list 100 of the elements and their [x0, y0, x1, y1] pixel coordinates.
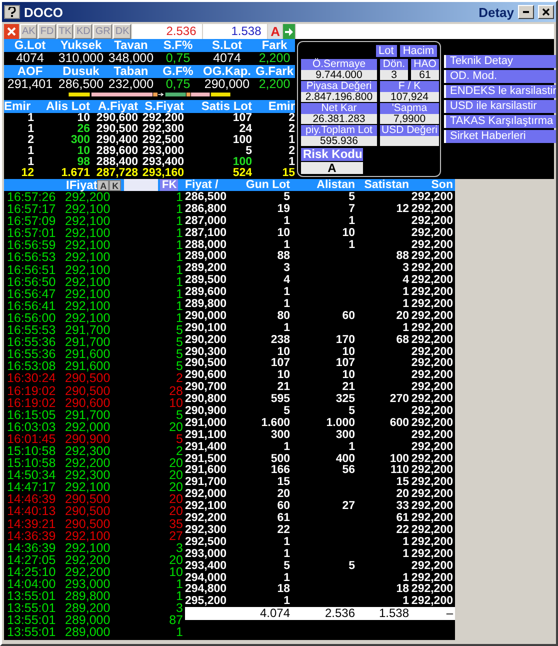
- action-button[interactable]: OD. Mod.: [444, 70, 556, 83]
- field-value: 3: [380, 70, 408, 80]
- toggle-button[interactable]: Lot: [376, 45, 397, 57]
- table-cell-text: 10: [276, 346, 290, 358]
- table-cell-text: 292,200: [410, 524, 453, 536]
- table-cell-text: 290,000: [185, 310, 228, 322]
- trade-lot: 1: [175, 264, 183, 276]
- close-icon[interactable]: [4, 24, 19, 39]
- table-cell-text: 595: [270, 393, 290, 406]
- field-value: 7,9900: [380, 114, 439, 124]
- input-field[interactable]: [296, 24, 554, 39]
- close-button[interactable]: [538, 5, 554, 19]
- table-cell-text: 290,600: [185, 369, 228, 382]
- table-cell-text: 1: [282, 322, 290, 334]
- trade-time: 14:39:21: [7, 518, 57, 530]
- sort-button[interactable]: K: [109, 180, 122, 190]
- table-cell-text: 20: [395, 488, 409, 500]
- table-cell-text: 61: [395, 512, 409, 524]
- table-cell-text: 292,200: [410, 416, 453, 429]
- total-cell-text: 1.671: [60, 168, 90, 179]
- trade-price: 289,200: [65, 602, 112, 614]
- action-button[interactable]: Sirket Haberleri: [444, 130, 556, 143]
- field-label: F / K: [380, 81, 439, 92]
- trade-time: 16:30:24: [7, 372, 57, 384]
- column-header: Emir: [4, 100, 32, 113]
- trade-price: 292,100: [65, 215, 112, 228]
- sort-button[interactable]: A: [97, 180, 110, 190]
- table-cell-text: 292,200: [410, 405, 453, 418]
- trade-time: 16:15:05: [7, 408, 57, 421]
- table-cell-text: 27: [341, 500, 355, 512]
- total-cell-text: 524: [232, 168, 252, 179]
- trade-lot: 1: [175, 191, 183, 204]
- column-header: Emir: [267, 100, 295, 113]
- toolbar-button[interactable]: FD: [38, 24, 56, 39]
- window-title: DOCO: [24, 4, 63, 20]
- trade-price: 289,000: [65, 626, 112, 638]
- table-cell-text: 88: [395, 250, 409, 262]
- table-cell-text: 291,400: [185, 440, 228, 453]
- window-subtitle: Detay: [478, 4, 514, 20]
- table-cell-text: 4: [402, 274, 409, 286]
- table-cell-text: 5: [282, 405, 290, 418]
- trade-lot: 20: [168, 554, 183, 566]
- table-cell-text: 98: [76, 157, 90, 168]
- stat-label: Tavan: [113, 39, 149, 52]
- table-cell-text: 292,200: [410, 452, 453, 465]
- trade-time: 14:46:39: [7, 493, 57, 506]
- column-header: Alis Lot: [45, 100, 90, 113]
- table-cell-text: 288,400: [95, 157, 138, 168]
- minimize-button[interactable]: [518, 5, 534, 19]
- table-cell-text: 1: [288, 157, 295, 168]
- mode-button[interactable]: A: [268, 24, 282, 39]
- table-cell-text: 286,800: [185, 202, 228, 215]
- table-cell-text: 100: [388, 452, 409, 465]
- table-cell-text: 1: [348, 238, 355, 251]
- table-cell-text: 100: [232, 157, 252, 168]
- table-cell-text: 5: [282, 560, 290, 572]
- stat-value: 286,500: [57, 78, 105, 91]
- table-cell-text: 10: [341, 369, 355, 382]
- toolbar-button[interactable]: GR: [93, 24, 112, 39]
- table-cell-text: 289,800: [185, 298, 228, 310]
- stat-label: G.Fark: [254, 65, 294, 78]
- table-cell-text: 292,200: [410, 512, 453, 524]
- table-cell-text: 1: [402, 298, 409, 310]
- toolbar-button[interactable]: TK: [56, 24, 74, 39]
- toolbar-button[interactable]: KD: [74, 24, 92, 39]
- filter-field[interactable]: [124, 179, 158, 191]
- table-cell-text: 1: [282, 572, 290, 584]
- table-cell-text: 292,200: [410, 476, 453, 488]
- trade-lot: 1: [175, 590, 183, 602]
- trade-lot: 10: [168, 396, 183, 409]
- trade-price: 292,100: [65, 530, 112, 542]
- action-button[interactable]: USD ile karsilastir: [444, 100, 556, 113]
- toolbar-button[interactable]: DK: [113, 24, 132, 39]
- table-cell-text: 166: [270, 464, 290, 476]
- table-cell-text: 292,200: [410, 250, 453, 262]
- trade-price: 292,000: [65, 420, 112, 433]
- table-cell-text: 107: [232, 113, 252, 124]
- action-button[interactable]: TAKAS Karşılaştırma: [444, 115, 556, 128]
- arrow-right-icon[interactable]: [283, 24, 296, 39]
- table-cell-text: 292,200: [410, 393, 453, 406]
- table-cell-text: 7: [348, 202, 355, 215]
- filter-button[interactable]: FK: [160, 179, 178, 191]
- table-cell-text: 1: [26, 157, 34, 168]
- total-cell-text: 1.538: [378, 607, 409, 620]
- table-cell-text: 500: [270, 452, 290, 465]
- toolbar-button[interactable]: AK: [20, 24, 38, 39]
- table-cell-text: 290,700: [185, 381, 228, 394]
- action-button[interactable]: ENDEKS le karsilastir: [444, 85, 556, 98]
- trade-price: 292,300: [65, 469, 112, 482]
- risk-label: Risk Kodu: [301, 148, 363, 161]
- trade-time: 16:19:02: [7, 384, 57, 397]
- field-label: Dön.: [380, 59, 408, 70]
- help-button[interactable]: [4, 5, 20, 19]
- table-cell-text: 22: [395, 524, 409, 536]
- action-button[interactable]: Teknik Detay: [444, 55, 556, 68]
- table-cell-text: 292,200: [410, 310, 453, 322]
- toggle-button[interactable]: Hacim: [400, 45, 437, 57]
- field-label: Net Kar: [301, 103, 377, 114]
- table-cell-text: 61: [276, 512, 290, 524]
- trade-time: 16:56:51: [7, 264, 57, 276]
